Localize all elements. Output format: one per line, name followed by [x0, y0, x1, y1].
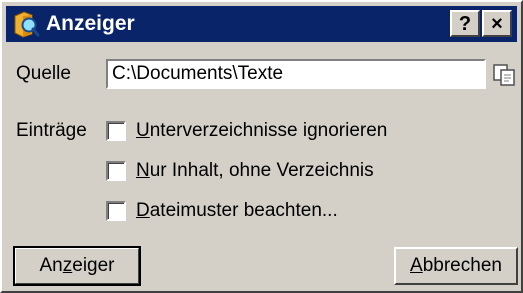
- help-button[interactable]: ?: [450, 10, 480, 37]
- source-path-input[interactable]: [106, 59, 486, 89]
- checkbox[interactable]: [106, 201, 126, 221]
- option-ignore-subdirectories[interactable]: Unterverzeichnisse ignorieren: [106, 119, 387, 143]
- source-label: Quelle: [16, 63, 71, 84]
- title-bar[interactable]: Anzeiger ? ×: [6, 6, 517, 42]
- option-file-pattern[interactable]: Dateimuster beachten...: [106, 199, 338, 223]
- checkbox[interactable]: [106, 121, 126, 141]
- view-button[interactable]: Anzeiger: [13, 246, 141, 286]
- viewer-app-icon: [14, 11, 40, 38]
- close-button[interactable]: ×: [482, 10, 512, 37]
- option-label: Unterverzeichnisse ignorieren: [136, 120, 388, 141]
- checkbox[interactable]: [106, 161, 126, 181]
- option-content-only[interactable]: Nur Inhalt, ohne Verzeichnis: [106, 159, 374, 183]
- entries-label: Einträge: [16, 120, 87, 141]
- window-title: Anzeiger: [46, 12, 135, 35]
- dialog-window: Anzeiger ? × Quelle Einträge Unterverzei…: [0, 0, 523, 293]
- cancel-button[interactable]: Abbrechen: [394, 247, 518, 285]
- browse-copy-icon[interactable]: [492, 63, 518, 87]
- option-label: Dateimuster beachten...: [136, 200, 338, 221]
- option-label: Nur Inhalt, ohne Verzeichnis: [136, 160, 374, 181]
